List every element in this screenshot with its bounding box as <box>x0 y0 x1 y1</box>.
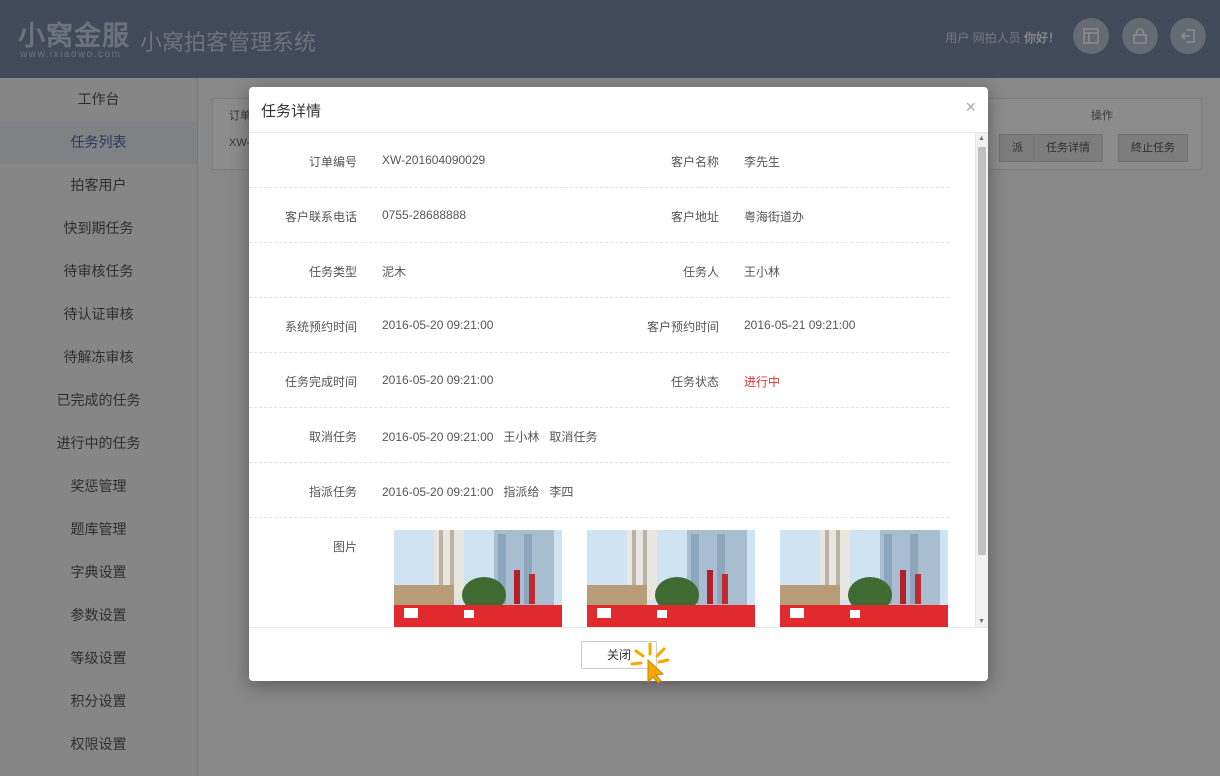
detail-row: 客户联系电话 0755-28688888 客户地址 粤海街道办 <box>249 188 949 243</box>
detail-row: 任务类型 泥木 任务人 王小林 <box>249 243 949 298</box>
detail-row: 系统预约时间 2016-05-20 09:21:00 客户预约时间 2016-0… <box>249 298 949 353</box>
images-row: 图片 <box>249 518 949 627</box>
customer-name-value: 李先生 <box>744 155 781 169</box>
detail-row: 指派任务 2016-05-20 09:21:00 指派给 李四 <box>249 463 949 518</box>
cancel-task-label: 取消任务 <box>308 430 357 444</box>
scrollbar-thumb[interactable] <box>978 147 986 555</box>
building-photo-image <box>780 530 948 627</box>
completion-time-value: 2016-05-20 09:21:00 <box>382 373 494 387</box>
scroll-down-arrow-icon[interactable]: ▼ <box>978 618 985 625</box>
completion-time-label: 任务完成时间 <box>284 375 357 389</box>
scroll-up-arrow-icon[interactable]: ▲ <box>978 135 985 142</box>
task-type-value: 泥木 <box>382 265 407 279</box>
dispatch-task-label: 指派任务 <box>308 485 357 499</box>
customer-booking-time-label: 客户预约时间 <box>646 320 719 334</box>
dispatch-task-value: 2016-05-20 09:21:00 指派给 李四 <box>382 485 574 499</box>
detail-row: 任务完成时间 2016-05-20 09:21:00 任务状态 进行中 <box>249 353 949 408</box>
system-booking-time-value: 2016-05-20 09:21:00 <box>382 318 494 332</box>
images-label: 图片 <box>332 540 357 554</box>
close-icon[interactable]: × <box>965 97 976 118</box>
close-button[interactable]: 关闭 <box>581 641 657 669</box>
cancel-task-value: 2016-05-20 09:21:00 王小林 取消任务 <box>382 430 598 444</box>
detail-row: 订单编号 XW-201604090029 客户名称 李先生 <box>249 133 949 188</box>
task-status-label: 任务状态 <box>670 375 719 389</box>
building-photo-image <box>394 530 562 627</box>
task-photo[interactable] <box>587 530 755 627</box>
building-photo-image <box>587 530 755 627</box>
assignee-value: 王小林 <box>744 265 781 279</box>
detail-row: 取消任务 2016-05-20 09:21:00 王小林 取消任务 <box>249 408 949 463</box>
task-photo[interactable] <box>780 530 948 627</box>
modal-header: 任务详情 × <box>249 87 988 133</box>
assignee-label: 任务人 <box>682 265 719 279</box>
customer-phone-label: 客户联系电话 <box>284 210 357 224</box>
customer-name-label: 客户名称 <box>670 155 719 169</box>
order-no-value: XW-201604090029 <box>382 153 486 167</box>
order-no-label: 订单编号 <box>308 155 357 169</box>
modal-title: 任务详情 <box>261 103 322 120</box>
modal-body: 订单编号 XW-201604090029 客户名称 李先生 客户联系电话 075… <box>249 133 975 627</box>
customer-phone-value: 0755-28688888 <box>382 208 467 222</box>
modal-scrollbar[interactable]: ▲ ▼ <box>975 133 988 627</box>
customer-booking-time-value: 2016-05-21 09:21:00 <box>744 318 856 332</box>
task-status-value: 进行中 <box>744 375 781 389</box>
task-photo[interactable] <box>394 530 562 627</box>
customer-address-value: 粤海街道办 <box>744 210 805 224</box>
customer-address-label: 客户地址 <box>670 210 719 224</box>
task-detail-modal: 任务详情 × 订单编号 XW-201604090029 客户名称 李先生 客户联… <box>249 87 988 681</box>
system-booking-time-label: 系统预约时间 <box>284 320 357 334</box>
modal-footer: 关闭 <box>249 627 988 681</box>
task-type-label: 任务类型 <box>308 265 357 279</box>
